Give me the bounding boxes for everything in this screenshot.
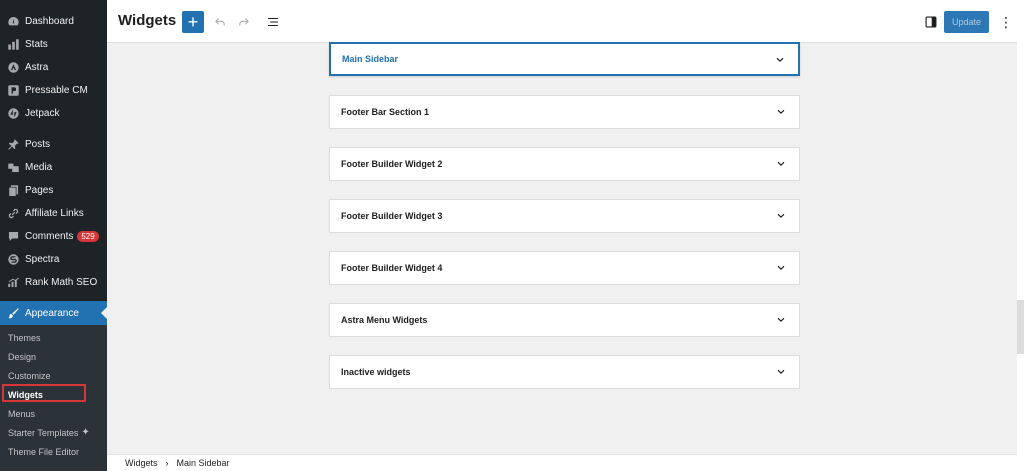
submenu-item-themes[interactable]: Themes xyxy=(0,328,107,347)
widget-area-title: Main Sidebar xyxy=(342,54,399,64)
link-icon xyxy=(6,206,20,220)
widget-area-title: Footer Builder Widget 4 xyxy=(341,263,443,273)
sidebar-item-label: Jetpack xyxy=(25,107,60,119)
spectra-icon xyxy=(6,252,20,266)
sidebar-item-label: Comments xyxy=(25,230,74,242)
scrollbar-track xyxy=(1017,0,1024,471)
comments-count-badge: 529 xyxy=(77,230,99,242)
widget-area-title: Footer Bar Section 1 xyxy=(341,107,430,117)
sidebar-item-jetpack[interactable]: Jetpack xyxy=(0,102,107,124)
undo-icon[interactable] xyxy=(209,11,231,33)
sidebar-item-pressable[interactable]: Pressable CM xyxy=(0,79,107,101)
sidebar-item-appearance[interactable]: Appearance xyxy=(0,301,107,325)
sidebar-item-label: Astra xyxy=(25,61,49,73)
active-menu-notch xyxy=(101,307,107,319)
pin-icon xyxy=(6,137,20,151)
sidebar-item-astra[interactable]: Astra xyxy=(0,56,107,78)
sidebar-item-affiliate-links[interactable]: Affiliate Links xyxy=(0,202,107,224)
sidebar-item-posts[interactable]: Posts xyxy=(0,133,107,155)
submenu-item-starter-templates[interactable]: Starter Templates ✦ xyxy=(0,423,107,442)
submenu-item-theme-file-editor[interactable]: Theme File Editor xyxy=(0,442,107,461)
widget-area-title: Footer Builder Widget 2 xyxy=(341,159,443,169)
widget-area-title: Inactive widgets xyxy=(341,367,411,377)
update-button[interactable]: Update xyxy=(944,11,989,33)
dashboard-icon xyxy=(6,14,20,28)
comment-icon xyxy=(6,229,20,243)
submenu-item-label: Starter Templates xyxy=(8,427,79,438)
sidebar-item-label: Media xyxy=(25,161,53,173)
widget-area-footer-builder-widget-4[interactable]: Footer Builder Widget 4 xyxy=(329,251,800,285)
widget-area-main-sidebar[interactable]: Main Sidebar xyxy=(329,42,800,76)
editor-header: Widgets + Update ⋮ xyxy=(107,0,1017,43)
sidebar-item-label: Dashboard xyxy=(25,15,74,27)
sidebar-item-label: Posts xyxy=(25,138,51,150)
pressable-icon xyxy=(6,83,20,97)
widget-area-footer-bar-section-1[interactable]: Footer Bar Section 1 xyxy=(329,95,800,129)
admin-sidebar: Dashboard Stats Astra Pressable CM Jetpa… xyxy=(0,0,107,471)
sidebar-item-stats[interactable]: Stats xyxy=(0,33,107,55)
chevron-right-icon: › xyxy=(165,458,169,468)
chevron-down-icon xyxy=(776,57,784,63)
sidebar-item-media[interactable]: Media xyxy=(0,156,107,178)
submenu-item-design[interactable]: Design xyxy=(0,347,107,366)
widget-area-astra-menu-widgets[interactable]: Astra Menu Widgets xyxy=(329,303,800,337)
submenu-item-menus[interactable]: Menus xyxy=(0,404,107,423)
sidebar-item-dashboard[interactable]: Dashboard xyxy=(0,10,107,32)
widget-area-title: Astra Menu Widgets xyxy=(341,315,428,325)
sidebar-item-spectra[interactable]: Spectra xyxy=(0,248,107,270)
chevron-down-icon xyxy=(777,369,785,375)
pages-icon xyxy=(6,183,20,197)
widget-area-inactive-widgets[interactable]: Inactive widgets xyxy=(329,355,800,389)
sidebar-item-label: Pressable CM xyxy=(25,84,88,96)
sidebar-item-rank-math[interactable]: Rank Math SEO xyxy=(0,271,107,293)
chevron-down-icon xyxy=(777,109,785,115)
sidebar-item-pages[interactable]: Pages xyxy=(0,179,107,201)
sidebar-item-label: Pages xyxy=(25,184,54,196)
breadcrumb-current[interactable]: Main Sidebar xyxy=(177,458,230,468)
chevron-down-icon xyxy=(777,161,785,167)
chevron-down-icon xyxy=(777,265,785,271)
widget-area-footer-builder-widget-2[interactable]: Footer Builder Widget 2 xyxy=(329,147,800,181)
redo-icon[interactable] xyxy=(233,11,255,33)
media-icon xyxy=(6,160,20,174)
stats-icon xyxy=(6,37,20,51)
chevron-down-icon xyxy=(777,213,785,219)
sidebar-item-label: Spectra xyxy=(25,253,60,265)
widget-area-title: Footer Builder Widget 3 xyxy=(341,211,443,221)
paintbrush-icon xyxy=(6,306,20,320)
rankmath-icon xyxy=(6,275,20,289)
sidebar-item-comments[interactable]: Comments 529 xyxy=(0,225,107,247)
breadcrumb-root[interactable]: Widgets xyxy=(125,458,158,468)
sparkle-icon: ✦ xyxy=(81,427,90,438)
jetpack-icon xyxy=(6,106,20,120)
page-title: Widgets xyxy=(118,12,177,29)
scrollbar-thumb[interactable] xyxy=(1017,300,1024,354)
sidebar-toggle-icon[interactable] xyxy=(920,11,942,33)
sidebar-item-label: Appearance xyxy=(25,307,79,319)
breadcrumb: Widgets › Main Sidebar xyxy=(107,454,1017,471)
chevron-down-icon xyxy=(777,317,785,323)
widget-area-footer-builder-widget-3[interactable]: Footer Builder Widget 3 xyxy=(329,199,800,233)
list-view-icon[interactable] xyxy=(262,11,284,33)
submenu-item-customize[interactable]: Customize xyxy=(0,366,107,385)
sidebar-item-label: Stats xyxy=(25,38,48,50)
widgets-highlight-box xyxy=(2,384,86,402)
more-options-icon[interactable]: ⋮ xyxy=(995,11,1017,33)
add-block-button[interactable]: + xyxy=(182,11,204,33)
astra-icon xyxy=(6,60,20,74)
sidebar-item-label: Affiliate Links xyxy=(25,207,84,219)
sidebar-item-label: Rank Math SEO xyxy=(25,276,98,288)
